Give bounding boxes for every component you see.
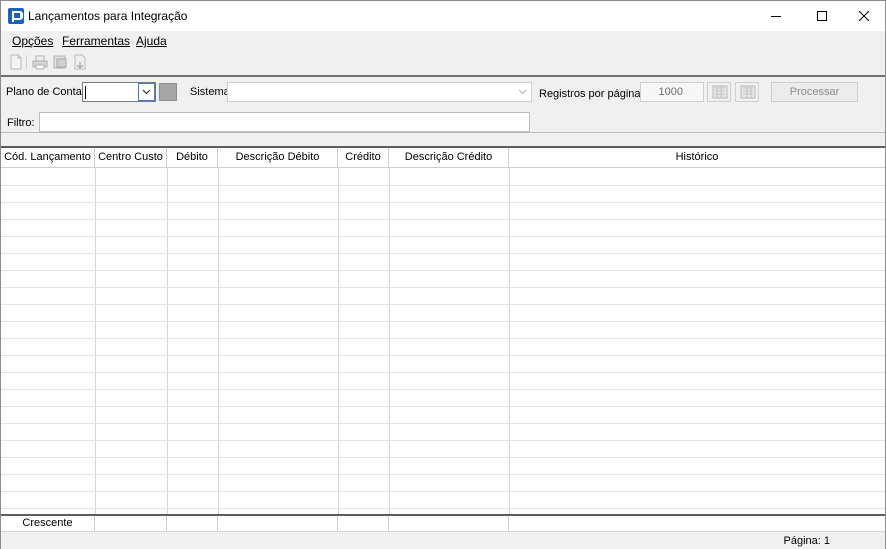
plano-search-button[interactable] — [159, 83, 177, 101]
grid-row-divider — [1, 355, 885, 356]
filtro-input[interactable] — [39, 112, 530, 132]
column-header-credito[interactable]: Crédito — [338, 148, 389, 168]
text-caret — [85, 86, 86, 99]
grid-row-divider — [1, 338, 885, 339]
column-header-centro-custo[interactable]: Centro Custo — [95, 148, 167, 168]
grid-row-divider — [1, 508, 885, 509]
close-button[interactable] — [841, 1, 886, 31]
chevron-down-icon — [142, 89, 151, 95]
export-icon[interactable] — [72, 54, 88, 70]
main-window: Lançamentos para Integração Opções Ferra… — [0, 0, 886, 549]
print-icon[interactable] — [32, 54, 48, 70]
registros-input[interactable]: 1000 — [640, 82, 704, 102]
grid-row-divider — [1, 321, 885, 322]
menu-ajuda-label: Ajuda — [136, 34, 167, 48]
menu-ferramentas-label: Ferramentas — [62, 34, 131, 48]
new-document-icon[interactable] — [8, 54, 24, 70]
plano-label: Plano de Contas — [6, 86, 88, 98]
sistema-dropdown-button[interactable] — [514, 83, 531, 101]
grid-row-divider — [1, 372, 885, 373]
column-header-descricao-credito[interactable]: Descrição Crédito — [389, 148, 509, 168]
footer-cell — [167, 516, 218, 531]
grid-row-divider — [1, 219, 885, 220]
minimize-icon — [771, 16, 781, 17]
next-page-icon — [740, 85, 756, 99]
grid-header: Cód. Lançamento Centro Custo Débito Desc… — [1, 148, 885, 168]
plano-dropdown-button[interactable] — [138, 83, 155, 101]
grid-row-divider — [1, 185, 885, 186]
footer-cell — [389, 516, 509, 531]
processar-button[interactable]: Processar — [771, 82, 858, 102]
footer-cell — [95, 516, 167, 531]
app-p-icon — [8, 8, 24, 24]
menu-bar: Opções Ferramentas Ajuda — [1, 31, 885, 51]
grid-row-divider — [1, 457, 885, 458]
registros-label: Registros por páginas: — [539, 88, 650, 100]
toolbar-separator — [26, 55, 27, 69]
menu-opcoes[interactable]: Opções — [12, 34, 53, 48]
maximize-button[interactable] — [799, 1, 845, 31]
plano-combobox[interactable] — [82, 82, 156, 102]
maximize-icon — [817, 11, 827, 21]
print-preview-icon[interactable] — [52, 54, 68, 70]
next-page-button[interactable] — [735, 82, 759, 102]
minimize-button[interactable] — [753, 1, 799, 31]
data-grid[interactable]: Cód. Lançamento Centro Custo Débito Desc… — [1, 146, 885, 531]
grid-footer: Crescente — [1, 514, 885, 531]
column-header-descricao-debito[interactable]: Descrição Débito — [218, 148, 338, 168]
previous-page-button[interactable] — [707, 82, 731, 102]
status-bar: Página: 1 — [1, 531, 885, 549]
column-header-cod-lancamento[interactable]: Cód. Lançamento — [1, 148, 95, 168]
grid-row-divider — [1, 423, 885, 424]
grid-row-divider — [1, 253, 885, 254]
column-header-debito[interactable]: Débito — [167, 148, 218, 168]
grid-row-divider — [1, 389, 885, 390]
grid-row-divider — [1, 491, 885, 492]
window-title: Lançamentos para Integração — [28, 9, 188, 23]
sistema-combobox[interactable] — [227, 82, 532, 102]
menu-opcoes-label: Opções — [12, 34, 54, 48]
column-header-historico[interactable]: Histórico — [509, 148, 885, 168]
footer-cell-sort-order: Crescente — [1, 516, 95, 531]
sistema-label: Sistema — [190, 86, 230, 98]
menu-ajuda[interactable]: Ajuda — [136, 34, 167, 48]
footer-cell — [218, 516, 338, 531]
grid-row-divider — [1, 270, 885, 271]
grid-row-divider — [1, 406, 885, 407]
grid-row-divider — [1, 236, 885, 237]
grid-row-divider — [1, 202, 885, 203]
grid-row-divider — [1, 287, 885, 288]
previous-page-icon — [712, 85, 728, 99]
footer-cell — [338, 516, 389, 531]
footer-cell — [509, 516, 885, 531]
filtro-label: Filtro: — [7, 117, 35, 129]
grid-row-divider — [1, 304, 885, 305]
page-indicator: Página: 1 — [783, 535, 830, 547]
menu-ferramentas[interactable]: Ferramentas — [62, 34, 130, 48]
filter-panel: Plano de Contas Sistema Registros por pá… — [1, 75, 885, 133]
grid-row-divider — [1, 440, 885, 441]
chevron-down-icon — [518, 89, 527, 95]
close-icon — [859, 11, 869, 21]
grid-row-divider — [1, 474, 885, 475]
toolbar — [1, 51, 885, 73]
